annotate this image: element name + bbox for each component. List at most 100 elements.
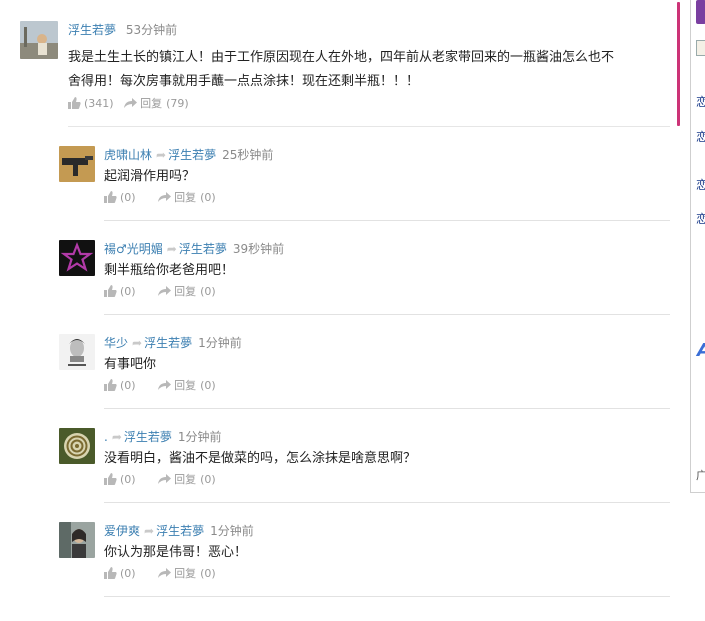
reply-target-link[interactable]: 浮生若夢	[168, 148, 216, 162]
avatar-reply-user[interactable]	[59, 240, 95, 276]
reply-meta: 虎啸山林 ➦ 浮生若夢 25秒钟前	[104, 147, 273, 163]
divider	[104, 502, 670, 503]
reply-count: (0)	[200, 379, 216, 392]
reply-meta: 华少 ➦ 浮生若夢 1分钟前	[104, 335, 242, 351]
reply-to-icon: ➦	[166, 242, 177, 256]
sidebar-link[interactable]: 恋	[696, 176, 705, 193]
avatar-image	[59, 240, 95, 276]
reply-text: 起润滑作用吗？	[104, 169, 196, 184]
reply-text: 有事吧你	[104, 357, 157, 372]
divider	[68, 126, 670, 127]
like-button[interactable]: (341)	[68, 96, 114, 112]
reply-target-link[interactable]: 浮生若夢	[156, 524, 204, 538]
reply-arrow-icon	[158, 474, 172, 484]
reply-button[interactable]: 回复 (79)	[123, 96, 189, 112]
reply-count: (0)	[200, 285, 216, 298]
reply-label: 回复	[174, 285, 197, 298]
reply-target-link[interactable]: 浮生若夢	[124, 430, 172, 444]
like-button[interactable]: (0)	[104, 284, 136, 300]
reply-button[interactable]: 回复 (0)	[157, 190, 216, 206]
comment-time: 1分钟前	[177, 430, 222, 444]
divider	[104, 408, 670, 409]
thumbs-up-icon	[104, 379, 117, 391]
thumbs-up-icon	[104, 285, 117, 297]
like-button[interactable]: (0)	[104, 378, 136, 394]
reply-to-icon: ➦	[156, 148, 167, 162]
reply-actions: (0) 回复 (0)	[104, 378, 216, 394]
reply-to-icon: ➦	[144, 524, 155, 538]
reply-count: (0)	[200, 567, 216, 580]
username-link[interactable]: 华少	[104, 336, 128, 350]
main-comment-line-2: 舍得用！每次房事就用手蘸一点点涂抹！现在还剩半瓶！！！	[68, 74, 420, 89]
reply-arrow-icon	[158, 192, 172, 202]
reply-button[interactable]: 回复 (0)	[157, 284, 216, 300]
reply-label: 回复	[140, 97, 163, 110]
comment-time: 25秒钟前	[222, 148, 274, 162]
sidebar-link[interactable]: 恋	[696, 210, 705, 227]
reply-arrow-icon	[124, 98, 138, 108]
main-comment-line-1: 我是土生土长的镇江人！由于工作原因现在人在外地，四年前从老家带回来的一瓶酱油怎么…	[68, 50, 615, 65]
sidebar-link[interactable]: 恋	[696, 128, 705, 145]
reply-button[interactable]: 回复 (0)	[157, 472, 216, 488]
comment-time: 1分钟前	[210, 524, 254, 538]
reply-arrow-icon	[158, 568, 172, 578]
thumbs-up-icon	[104, 473, 117, 485]
reply-label: 回复	[174, 567, 197, 580]
sidebar-link[interactable]: 恋	[696, 93, 705, 110]
reply-actions: (0) 回复 (0)	[104, 284, 216, 300]
reply-label: 回复	[174, 379, 197, 392]
divider	[104, 220, 670, 221]
like-button[interactable]: (0)	[104, 472, 136, 488]
reply-to-icon: ➦	[111, 430, 122, 444]
avatar-image	[59, 334, 95, 370]
reply-count: (79)	[166, 97, 189, 110]
reply-text: 没看明白，酱油不是做菜的吗，怎么涂抹是啥意思啊？	[104, 451, 417, 466]
like-count: (0)	[120, 379, 136, 392]
accent-bar	[677, 2, 680, 126]
like-count: (0)	[120, 191, 136, 204]
reply-arrow-icon	[158, 380, 172, 390]
sidebar-badge-icon	[696, 40, 705, 56]
thumbs-up-icon	[104, 191, 117, 203]
username-link[interactable]: 浮生若夢	[68, 23, 116, 37]
avatar-reply-user[interactable]	[59, 334, 95, 370]
main-comment-meta: 浮生若夢 53分钟前	[68, 22, 177, 38]
like-count: (0)	[120, 567, 136, 580]
reply-button[interactable]: 回复 (0)	[157, 378, 216, 394]
username-link[interactable]: .	[104, 430, 108, 444]
username-link[interactable]: 爱伊爽	[104, 524, 140, 538]
avatar-image	[59, 522, 95, 558]
avatar-image	[59, 428, 95, 464]
reply-actions: (0) 回复 (0)	[104, 190, 216, 206]
divider	[104, 314, 670, 315]
reply-button[interactable]: 回复 (0)	[157, 566, 216, 582]
reply-text: 你认为那是伟哥！恶心！	[104, 545, 248, 560]
reply-meta: 爱伊爽 ➦ 浮生若夢 1分钟前	[104, 523, 254, 539]
like-button[interactable]: (0)	[104, 190, 136, 206]
reply-label: 回复	[174, 473, 197, 486]
reply-text: 剩半瓶给你老爸用吧！	[104, 263, 235, 278]
username-link[interactable]: 禓♂光明媚	[104, 242, 163, 256]
comment-time: 1分钟前	[198, 336, 242, 350]
like-count: (341)	[84, 97, 114, 110]
reply-target-link[interactable]: 浮生若夢	[144, 336, 192, 350]
avatar-reply-user[interactable]	[59, 428, 95, 464]
avatar-image	[59, 146, 95, 182]
avatar-reply-user[interactable]	[59, 146, 95, 182]
sidebar-logo-icon	[696, 0, 705, 24]
like-button[interactable]: (0)	[104, 566, 136, 582]
avatar-reply-user[interactable]	[59, 522, 95, 558]
reply-meta: 禓♂光明媚 ➦ 浮生若夢 39秒钟前	[104, 241, 284, 257]
sidebar-ad-label: 广	[696, 469, 705, 482]
reply-meta: . ➦ 浮生若夢 1分钟前	[104, 429, 222, 445]
main-comment-text: 我是土生土长的镇江人！由于工作原因现在人在外地，四年前从老家带回来的一瓶酱油怎么…	[68, 46, 668, 94]
main-comment-actions: (341) 回复 (79)	[68, 96, 189, 112]
sidebar-letter-logo: A	[697, 340, 705, 361]
reply-label: 回复	[174, 191, 197, 204]
thumbs-up-icon	[68, 97, 81, 109]
reply-target-link[interactable]: 浮生若夢	[179, 242, 227, 256]
avatar-main-user[interactable]	[20, 21, 58, 59]
comment-time: 39秒钟前	[232, 242, 285, 256]
username-link[interactable]: 虎啸山林	[104, 148, 152, 162]
divider	[104, 596, 670, 597]
